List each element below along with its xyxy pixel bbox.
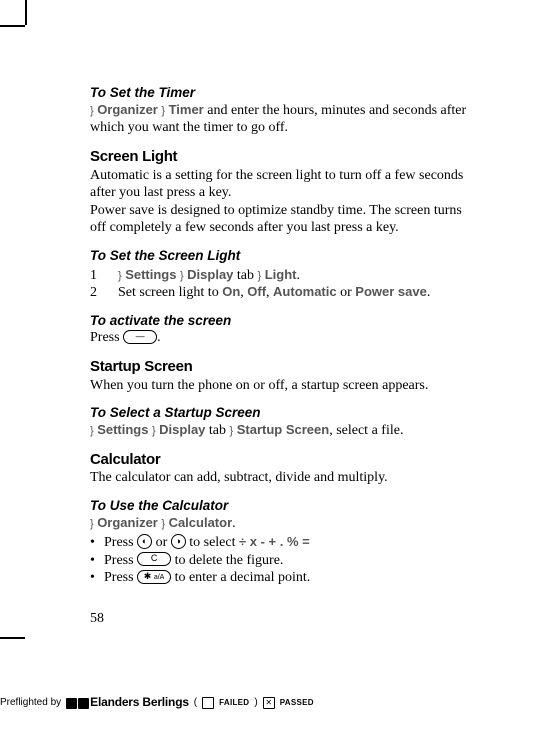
bullet-icon: • [90, 569, 104, 587]
menu-option: Power save [355, 284, 427, 299]
nav-arrow-icon: } [90, 518, 94, 530]
bullet-row: • Press ✱ a/A to enter a decimal point. [90, 569, 475, 587]
paragraph: } Organizer } Timer and enter the hours,… [90, 102, 475, 137]
nav-arrow-icon: } [118, 270, 122, 282]
menu-path: Organizer [97, 102, 158, 117]
bullet-text: Press ◐ or ◑ to select ÷ x - + . % = [104, 534, 310, 552]
step-text: Set screen light to On, Off, Automatic o… [118, 284, 475, 302]
body-text: to enter a decimal point. [171, 570, 310, 585]
passed-label: PASSED [280, 698, 314, 708]
paragraph: Press —. [90, 329, 475, 347]
nav-arrow-icon: } [161, 518, 165, 530]
menu-path: Settings [97, 422, 148, 437]
paragraph: } Organizer } Calculator. [90, 515, 475, 533]
bullet-icon: • [90, 534, 104, 552]
step-row: 1 } Settings } Display tab } Light. [90, 267, 475, 285]
paragraph: The calculator can add, subtract, divide… [90, 469, 475, 487]
nav-arrow-icon: } [230, 425, 234, 437]
nav-arrow-icon: } [90, 425, 94, 437]
heading-screen-light: Screen Light [90, 148, 475, 167]
heading-use-calculator: To Use the Calculator [90, 498, 475, 515]
nav-arrow-icon: } [90, 105, 94, 117]
menu-option: Off [247, 284, 266, 299]
menu-option: ÷ x - + . % = [239, 534, 310, 549]
heading-activate-screen: To activate the screen [90, 313, 475, 330]
bullet-icon: • [90, 552, 104, 570]
menu-path: Display [187, 267, 233, 282]
step-number: 2 [90, 284, 118, 302]
paragraph: Power save is designed to optimize stand… [90, 202, 475, 237]
brand-logo: Elanders Berlings [66, 695, 189, 711]
bullet-list: • Press ◐ or ◑ to select ÷ x - + . % = •… [90, 534, 475, 587]
body-text: Press [104, 553, 137, 568]
body-text: to delete the figure. [171, 553, 283, 568]
crop-mark [0, 25, 25, 27]
step-row: 2 Set screen light to On, Off, Automatic… [90, 284, 475, 302]
body-text: or [152, 535, 171, 550]
nav-arrow-icon: } [161, 105, 165, 117]
body-text: Press [90, 330, 123, 345]
menu-path: Organizer [97, 515, 158, 530]
c-key-icon: C [137, 552, 171, 566]
nav-arrow-icon: } [180, 270, 184, 282]
heading-set-timer: To Set the Timer [90, 85, 475, 102]
page-number: 58 [90, 610, 104, 628]
menu-path: Startup Screen [237, 422, 329, 437]
preflight-label: Preflighted by [0, 697, 61, 710]
step-text: } Settings } Display tab } Light. [118, 267, 475, 285]
nav-left-icon: ◐ [137, 534, 152, 549]
heading-startup-screen: Startup Screen [90, 358, 475, 377]
menu-path: Settings [125, 267, 176, 282]
step-number: 1 [90, 267, 118, 285]
body-text: Press [104, 570, 137, 585]
body-text: tab [233, 268, 257, 283]
page-content: To Set the Timer } Organizer } Timer and… [90, 85, 475, 587]
body-text: , select a file. [329, 423, 403, 438]
paragraph: Automatic is a setting for the screen li… [90, 167, 475, 202]
body-text: to select [186, 535, 239, 550]
body-text: tab [205, 423, 229, 438]
body-text: or [337, 285, 356, 300]
menu-path: Display [159, 422, 205, 437]
heading-set-screen-light: To Set the Screen Light [90, 248, 475, 265]
body-text: . [296, 268, 300, 283]
nav-right-icon: ◑ [171, 534, 186, 549]
bullet-text: Press C to delete the figure. [104, 552, 283, 570]
body-text: . [157, 330, 161, 345]
heading-select-startup: To Select a Startup Screen [90, 405, 475, 422]
paragraph: When you turn the phone on or off, a sta… [90, 377, 475, 395]
body-text: , [266, 285, 273, 300]
menu-option: On [222, 284, 240, 299]
star-key-icon: ✱ a/A [137, 570, 171, 584]
paren: ) [254, 697, 257, 710]
menu-path: Calculator [169, 515, 233, 530]
button-icon: — [123, 330, 157, 344]
body-text: Press [104, 535, 137, 550]
checkbox-empty-icon [202, 697, 214, 709]
menu-path: Light [265, 267, 297, 282]
paren: ( [194, 697, 197, 710]
body-text: . [232, 516, 236, 531]
heading-calculator: Calculator [90, 451, 475, 470]
body-text: . [427, 285, 431, 300]
crop-mark [0, 637, 25, 639]
bullet-text: Press ✱ a/A to enter a decimal point. [104, 569, 310, 587]
checkbox-checked-icon: ✕ [263, 697, 275, 709]
menu-option: Automatic [273, 284, 337, 299]
nav-arrow-icon: } [152, 425, 156, 437]
failed-label: FAILED [219, 698, 249, 708]
body-text: Set screen light to [118, 285, 222, 300]
nav-arrow-icon: } [258, 270, 262, 282]
menu-path: Timer [169, 102, 204, 117]
bullet-row: • Press ◐ or ◑ to select ÷ x - + . % = [90, 534, 475, 552]
bullet-row: • Press C to delete the figure. [90, 552, 475, 570]
step-list: 1 } Settings } Display tab } Light. 2 Se… [90, 267, 475, 302]
crop-mark [25, 0, 27, 25]
paragraph: } Settings } Display tab } Startup Scree… [90, 422, 475, 440]
preflight-footer: Preflighted by Elanders Berlings ( FAILE… [0, 695, 314, 711]
